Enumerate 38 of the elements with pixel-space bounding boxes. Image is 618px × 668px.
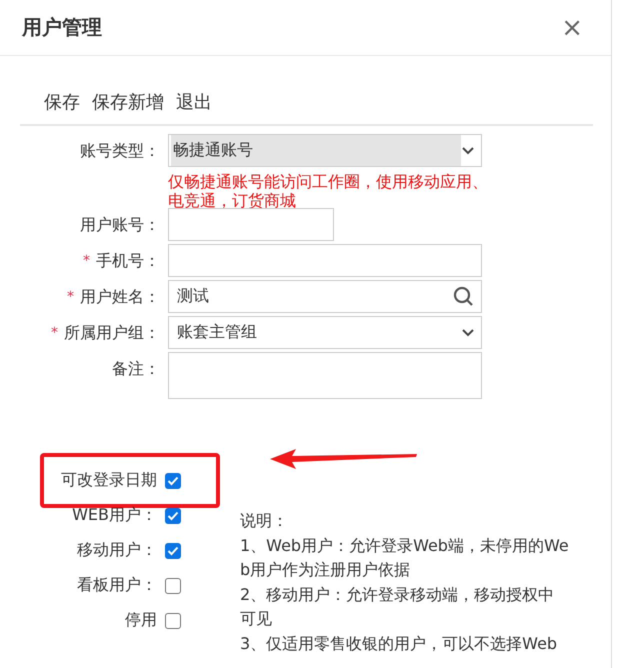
checkbox-label: 移动用户：: [76, 540, 158, 561]
field-label: 备注：: [112, 358, 160, 380]
required-mark: *: [83, 253, 90, 269]
dialog-title: 用户管理: [22, 14, 102, 41]
field-label: 用户账号：: [80, 214, 160, 236]
required-mark: *: [67, 289, 74, 305]
note-title: 说明：: [240, 510, 289, 532]
chevron-down-icon: [461, 146, 475, 156]
checkbox-label: 停用: [124, 610, 158, 631]
field-label: 所属用户组：: [64, 322, 160, 344]
search-field[interactable]: 测试: [168, 280, 482, 313]
warning-text: 仅畅捷通账号能访问工作圈，使用移动应用、: [168, 171, 489, 192]
select-field[interactable]: 账套主管组: [168, 316, 482, 349]
note-text: 3、仅适用零售收银的用户，可以不选择Web: [240, 632, 558, 654]
input-field[interactable]: [168, 208, 334, 241]
note-text: 1、Web用户：允许登录Web端，未停用的Web用户作为注册用户依据: [240, 534, 570, 581]
warning-text: 电竞通，订货商城: [168, 190, 297, 212]
checkbox[interactable]: [165, 472, 181, 488]
checkbox-label: 可改登录日期: [60, 470, 158, 491]
field-label: 账号类型：: [80, 140, 160, 162]
note-text: 2、移动用户：允许登录移动端，移动授权中可见: [240, 584, 556, 630]
required-mark: *: [51, 325, 58, 341]
toolbar-button[interactable]: 保存新增: [92, 89, 164, 115]
checkbox[interactable]: [165, 612, 181, 628]
checkbox-label: 看板用户：: [76, 575, 158, 596]
checkbox[interactable]: [165, 542, 181, 558]
close-button[interactable]: ×: [561, 14, 583, 40]
field-label: 用户姓名：: [80, 286, 160, 308]
remark-field[interactable]: [168, 352, 482, 399]
search-icon: [453, 286, 475, 308]
chevron-down-icon: [461, 328, 475, 338]
checkbox-label: WEB用户：: [71, 505, 158, 526]
checkbox[interactable]: [165, 578, 181, 594]
toolbar-button[interactable]: 退出: [176, 89, 212, 115]
input-field[interactable]: [168, 244, 482, 277]
checkbox[interactable]: [165, 508, 181, 524]
toolbar-button[interactable]: 保存: [44, 89, 80, 115]
field-label: 手机号：: [96, 250, 160, 272]
